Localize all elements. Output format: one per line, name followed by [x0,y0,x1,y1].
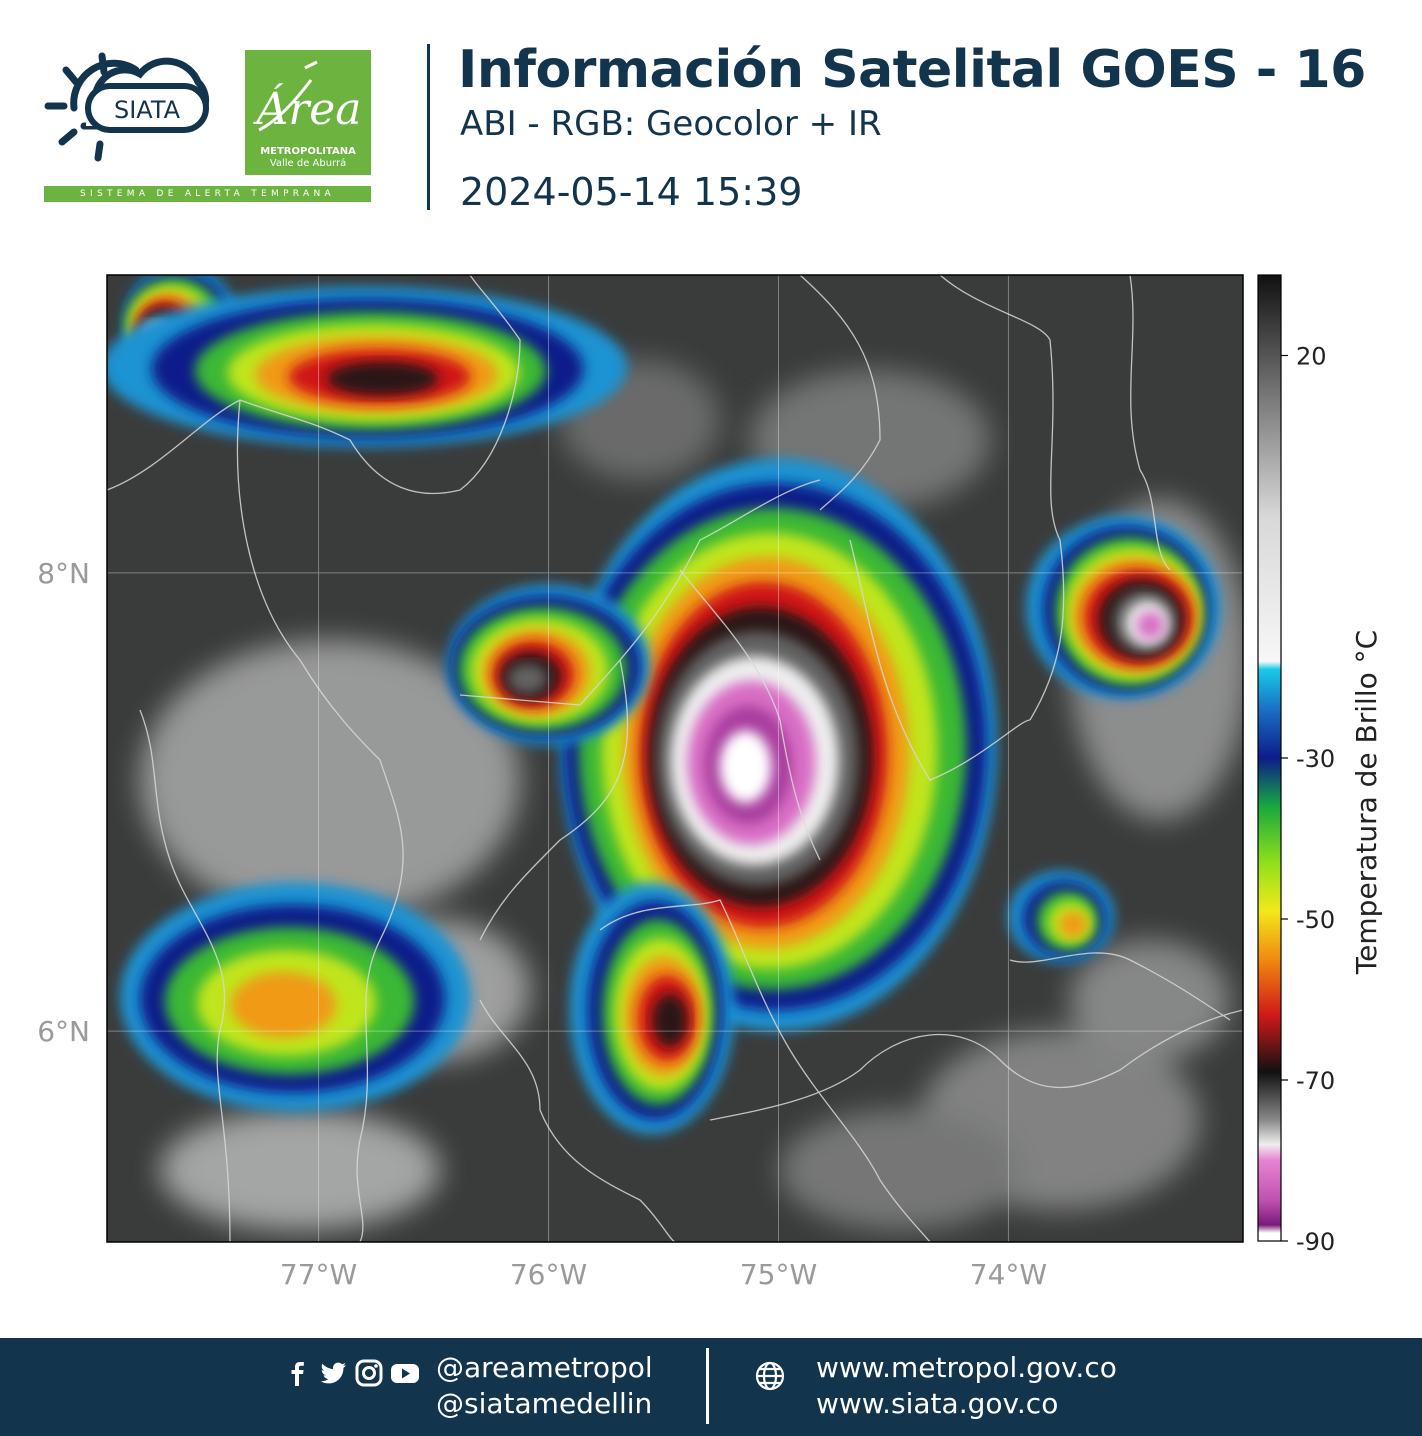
slogan: SISTEMA DE ALERTA TEMPRANA [44,186,371,202]
temperature-contour [507,663,548,694]
area-logo-line1: METROPOLITANA [260,146,356,157]
storm-cell [569,882,735,1135]
x-tick-label: 74°W [970,1258,1047,1291]
colorbar-tick-label: -50 [1296,906,1335,934]
colorbar-ticks: 20 -30 -50 -70 -90 [1281,343,1335,1256]
social-handles: @areametropol @siatamedellin [436,1350,653,1422]
websites: www.metropol.gov.co www.siata.gov.co [816,1350,1117,1422]
area-logo-line2: Valle de Aburrá [269,158,347,169]
satellite-image [107,275,1243,1242]
header: SIATA Área METROPOLITANA Valle de Aburrá… [0,0,1422,240]
temperature-contour [652,993,688,1047]
globe-icon [755,1361,785,1391]
colorbar-tick-label: -90 [1296,1228,1335,1256]
page-subtitle: ABI - RGB: Geocolor + IR [460,104,882,144]
siata-logo-text: SIATA [114,96,181,124]
temperature-contour [1136,611,1165,640]
y-tick-label: 8°N [37,557,90,590]
satellite-map-figure: 77°W 76°W 75°W 74°W 8°N 6°N 20 -30 -50 -70 -90 T… [37,274,1383,1291]
footer: @areametropol @siatamedellin www.metropo… [0,1338,1422,1436]
colorbar-tick-label: 20 [1296,343,1327,371]
area-logo-mark: Área [252,60,362,135]
siata-logo: SIATA [44,52,210,162]
facebook-icon[interactable] [282,1358,312,1388]
colorbar: 20 -30 -50 -70 -90 Temperatura de Brillo °C [1257,274,1383,1256]
link-siata[interactable]: www.siata.gov.co [816,1386,1117,1422]
x-tick-label: 77°W [280,1258,357,1291]
temperature-contour [231,972,337,1038]
colorbar-tick-label: -30 [1296,745,1335,773]
x-axis: 77°W 76°W 75°W 74°W [280,1258,1047,1291]
header-divider [427,44,430,210]
temperature-contour [719,730,772,804]
colorbar-tick-label: -70 [1296,1067,1335,1095]
handle-areametropol[interactable]: @areametropol [436,1350,653,1386]
youtube-icon[interactable] [390,1358,420,1388]
area-metropolitana-logo: Área METROPOLITANA Valle de Aburrá [245,50,371,175]
x-tick-label: 75°W [740,1258,817,1291]
link-metropol[interactable]: www.metropol.gov.co [816,1350,1117,1386]
y-tick-label: 6°N [37,1015,90,1048]
temperature-contour [326,361,439,396]
page-title: Información Satelital GOES - 16 [458,40,1366,100]
colorbar-title: Temperatura de Brillo °C [1350,630,1383,975]
y-axis: 8°N 6°N [37,557,90,1048]
footer-divider [706,1348,709,1424]
image-datetime: 2024-05-14 15:39 [460,170,803,214]
twitter-icon[interactable] [318,1358,348,1388]
storm-cell [119,882,472,1112]
storm-cell [1008,870,1115,963]
x-tick-label: 76°W [510,1258,587,1291]
area-logo-word: Área [252,82,361,135]
temperature-contour [1058,911,1088,938]
colorbar-gradient [1257,274,1282,1242]
storm-cell [1026,515,1221,699]
handle-siatamedellin[interactable]: @siatamedellin [436,1386,653,1422]
instagram-icon[interactable] [354,1358,384,1388]
social-icons [282,1358,420,1388]
